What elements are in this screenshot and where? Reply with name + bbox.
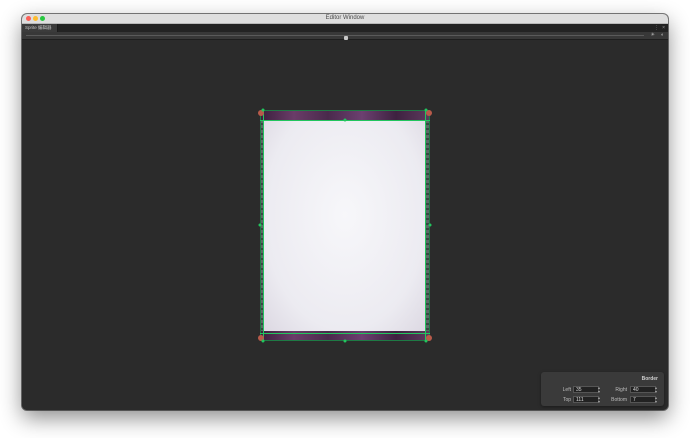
top-field[interactable]: 111 bbox=[573, 396, 599, 403]
border-panel-title: Border bbox=[641, 376, 658, 382]
kebab-menu-icon[interactable]: ⋮ bbox=[654, 25, 659, 31]
right-guide-handle-bottom[interactable] bbox=[424, 339, 428, 343]
bottom-stepper[interactable]: ▴ ▾ bbox=[654, 396, 658, 404]
toolbar: ☀ ◐ bbox=[22, 32, 668, 40]
left-guide-handle-bottom[interactable] bbox=[261, 339, 265, 343]
zoom-slider[interactable] bbox=[26, 35, 644, 40]
bottom-edge-handle[interactable] bbox=[343, 339, 347, 343]
right-stepper[interactable]: ▴ ▾ bbox=[654, 386, 658, 394]
top-edge-handle[interactable] bbox=[343, 118, 347, 122]
tab-sprite-editor[interactable]: Sprite 编辑器 bbox=[22, 24, 58, 32]
right-field[interactable]: 40 bbox=[630, 386, 656, 393]
left-field[interactable]: 35 bbox=[573, 386, 599, 393]
right-edge-handle[interactable] bbox=[428, 223, 432, 227]
left-guide-handle-top[interactable] bbox=[261, 108, 265, 112]
right-guide-handle-top[interactable] bbox=[424, 108, 428, 112]
editor-window: Editor Window Sprite 编辑器 ⋮ × ☀ ◐ Border … bbox=[22, 14, 668, 410]
sprite-canvas[interactable]: Border Left 35 ▴ ▾ Right 40 ▴ ▾ Top 111 ▴ ▾… bbox=[22, 40, 668, 410]
top-stepper[interactable]: ▴ ▾ bbox=[597, 396, 601, 404]
left-stepper[interactable]: ▴ ▾ bbox=[597, 386, 601, 394]
sprite-preview[interactable] bbox=[258, 108, 432, 343]
bottom-label: Bottom bbox=[611, 397, 627, 403]
right-label: Right bbox=[615, 387, 627, 393]
top-label: Top bbox=[562, 397, 571, 403]
brightness-icon[interactable]: ☀ bbox=[651, 32, 655, 39]
left-edge-handle[interactable] bbox=[258, 223, 262, 227]
bottom-border-guide[interactable] bbox=[260, 333, 430, 334]
sprite-rect-outline bbox=[260, 110, 430, 341]
title-bar: Editor Window bbox=[22, 14, 668, 24]
window-title: Editor Window bbox=[325, 15, 365, 21]
border-panel: Border Left 35 ▴ ▾ Right 40 ▴ ▾ Top 111 ▴ ▾… bbox=[541, 372, 664, 406]
right-border-guide[interactable] bbox=[425, 110, 426, 341]
close-icon[interactable]: × bbox=[662, 25, 665, 31]
bottom-field[interactable]: 7 bbox=[630, 396, 656, 403]
alpha-toggle-icon[interactable]: ◐ bbox=[661, 32, 664, 39]
left-border-guide[interactable] bbox=[263, 110, 264, 341]
tab-bar: Sprite 编辑器 ⋮ × bbox=[22, 24, 668, 32]
left-label: Left bbox=[562, 387, 571, 393]
